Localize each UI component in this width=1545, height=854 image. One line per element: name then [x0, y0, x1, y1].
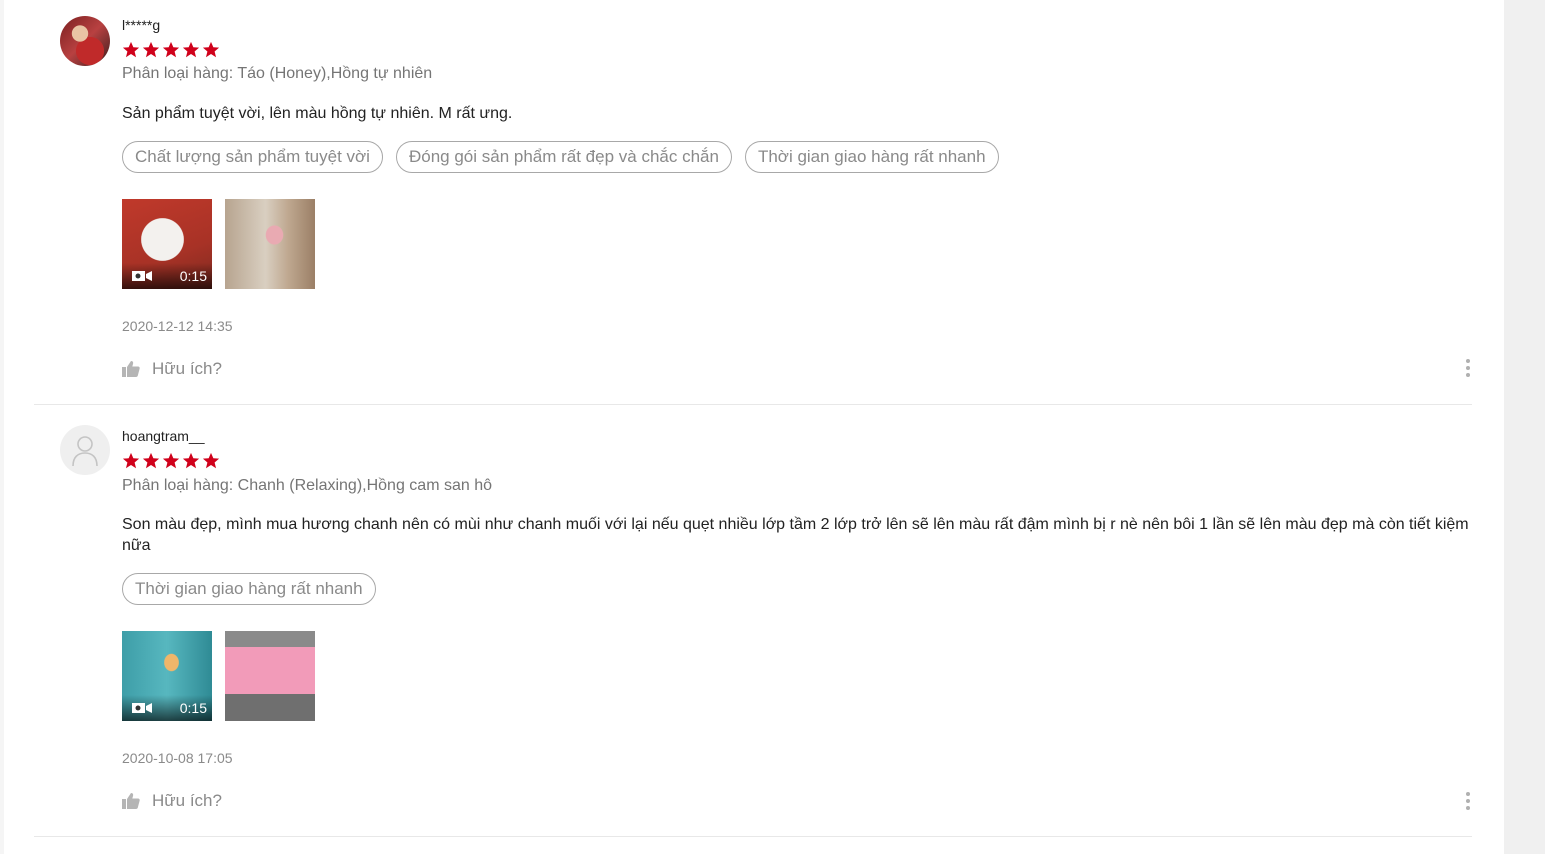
- image-thumbnail[interactable]: [225, 631, 315, 721]
- video-duration: 0:15: [179, 700, 207, 716]
- video-camera-icon: [132, 703, 152, 713]
- review-time: 2020-12-12 14:35: [122, 318, 233, 334]
- avatar[interactable]: [60, 16, 110, 66]
- review-media: 0:15: [122, 631, 315, 721]
- divider: [34, 404, 1472, 405]
- star-icon: [162, 41, 180, 58]
- video-thumbnail[interactable]: 0:15: [122, 631, 212, 721]
- star-icon: [202, 41, 220, 58]
- star-icon: [202, 452, 220, 469]
- star-icon: [162, 452, 180, 469]
- video-camera-icon: [132, 271, 152, 281]
- star-icon: [122, 41, 140, 58]
- review-tag: Chất lượng sản phẩm tuyệt vời: [122, 141, 383, 173]
- page-side-background: [1504, 0, 1545, 854]
- thumbs-up-icon: [122, 361, 140, 377]
- review-tags: Chất lượng sản phẩm tuyệt vời Đóng gói s…: [122, 141, 999, 173]
- review-media: 0:15: [122, 199, 315, 289]
- helpful-button[interactable]: Hữu ích?: [122, 791, 222, 811]
- review-tag: Thời gian giao hàng rất nhanh: [122, 573, 376, 605]
- image-thumbnail[interactable]: [225, 199, 315, 289]
- star-icon: [142, 452, 160, 469]
- star-icon: [182, 41, 200, 58]
- review-content: Son màu đẹp, mình mua hương chanh nên có…: [122, 516, 1469, 554]
- review-tag: Đóng gói sản phẩm rất đẹp và chắc chắn: [395, 141, 732, 173]
- video-thumbnail[interactable]: 0:15: [122, 199, 212, 289]
- thumbs-up-icon: [122, 793, 140, 809]
- helpful-button[interactable]: Hữu ích?: [122, 359, 222, 379]
- star-icon: [182, 452, 200, 469]
- video-duration: 0:15: [179, 268, 207, 284]
- reviewer-username[interactable]: l*****g: [122, 17, 160, 33]
- rating-stars: [122, 41, 220, 59]
- rating-stars: [122, 452, 220, 470]
- review-content: Sản phẩm tuyệt vời, lên màu hồng tự nhiê…: [122, 105, 513, 122]
- product-variation: Phân loại hàng: Táo (Honey),Hồng tự nhiê…: [122, 65, 433, 82]
- star-icon: [122, 452, 140, 469]
- review-tag: Thời gian giao hàng rất nhanh: [744, 141, 999, 173]
- helpful-label: Hữu ích?: [152, 359, 222, 378]
- more-vertical-icon[interactable]: [1464, 791, 1472, 811]
- review-tags: Thời gian giao hàng rất nhanh: [122, 573, 376, 605]
- user-placeholder-icon: [72, 436, 98, 467]
- divider: [34, 836, 1472, 837]
- star-icon: [142, 41, 160, 58]
- reviewer-username[interactable]: hoangtram__: [122, 428, 205, 444]
- product-variation: Phân loại hàng: Chanh (Relaxing),Hồng ca…: [122, 477, 493, 494]
- avatar[interactable]: [60, 425, 110, 475]
- helpful-label: Hữu ích?: [152, 791, 222, 810]
- more-vertical-icon[interactable]: [1464, 358, 1472, 378]
- review-time: 2020-10-08 17:05: [122, 750, 233, 766]
- reviews-panel: l*****g Phân loại hàng: Táo (Honey),Hồng…: [4, 0, 1504, 854]
